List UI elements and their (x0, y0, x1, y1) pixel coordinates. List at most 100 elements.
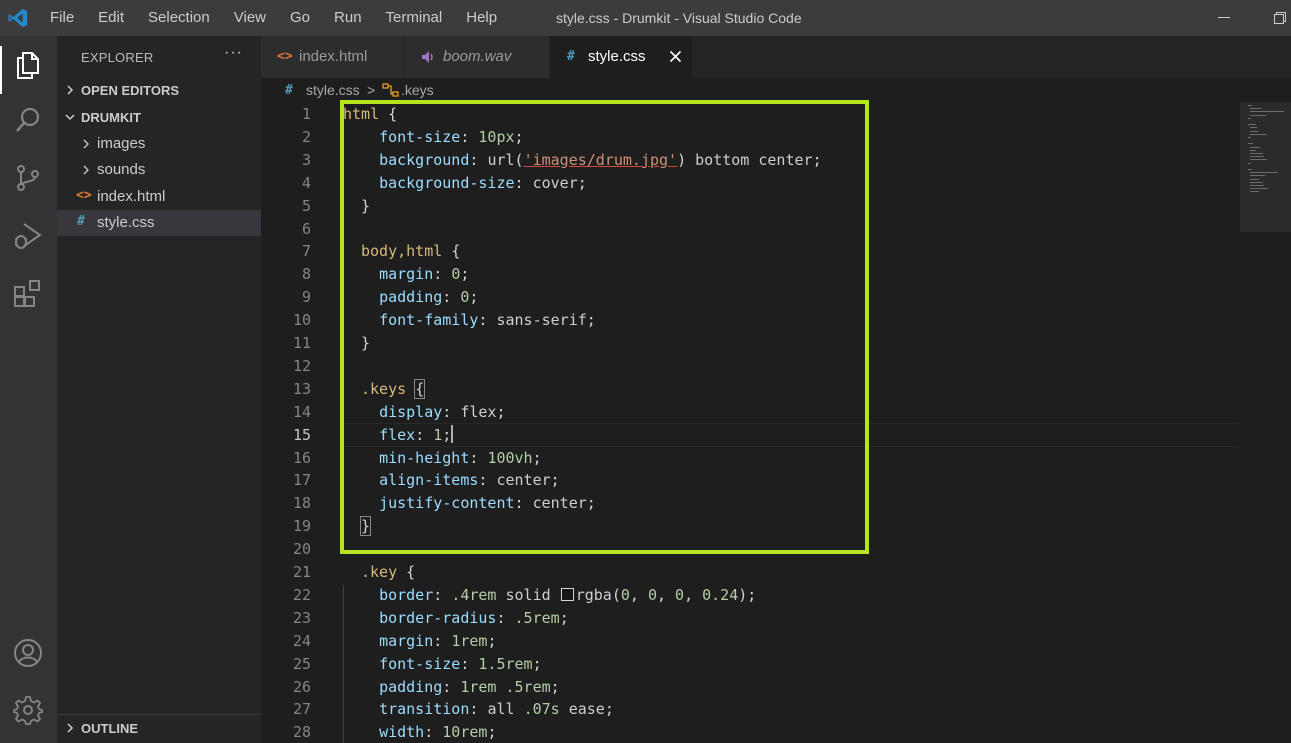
run-debug-icon[interactable] (12, 220, 44, 252)
menu-help[interactable]: Help (454, 0, 509, 36)
css-file-icon: # (567, 49, 575, 64)
menu-terminal[interactable]: Terminal (374, 0, 455, 36)
minimap-line (1250, 159, 1267, 161)
breadcrumb-symbol[interactable]: .keys (401, 82, 434, 98)
line-number: 10 (292, 311, 311, 330)
line-number: 17 (292, 471, 311, 490)
code-line[interactable]: 16 min-height: 100vh; (261, 447, 1241, 470)
code-line[interactable]: 7 body,html { (261, 240, 1241, 263)
drumkit-folder-section[interactable]: DRUMKIT (57, 106, 261, 130)
code-line[interactable]: 2 font-size: 10px; (261, 126, 1241, 149)
code-line[interactable]: 28 width: 10rem; (261, 721, 1241, 743)
tree-item-index-html[interactable]: <> index.html (57, 184, 261, 210)
menu-file[interactable]: File (38, 0, 86, 36)
code-line[interactable]: 18 justify-content: center; (261, 492, 1241, 515)
line-number: 13 (292, 379, 311, 398)
code-line[interactable]: 6 (261, 218, 1241, 241)
tab-style-css[interactable]: # style.css (550, 36, 692, 78)
menu-bar: File Edit Selection View Go Run Terminal… (38, 0, 509, 36)
account-icon[interactable] (12, 637, 44, 669)
minimap[interactable] (1240, 102, 1291, 743)
line-number: 1 (301, 105, 311, 123)
code-text: background: url('images/drum.jpg') botto… (379, 150, 822, 169)
minimap-line (1250, 178, 1260, 180)
minimap-line (1250, 191, 1260, 193)
code-line[interactable]: 9 padding: 0; (261, 286, 1241, 309)
tab-bar: <> index.html boom.wav # style.css (261, 36, 1291, 78)
code-line[interactable]: 25 font-size: 1.5rem; (261, 653, 1241, 676)
minimap-line (1250, 133, 1267, 135)
code-line[interactable]: 12 (261, 355, 1241, 378)
code-text: min-height: 100vh; (379, 448, 542, 467)
code-line[interactable]: 24 margin: 1rem; (261, 630, 1241, 653)
code-line[interactable]: 15 flex: 1; (261, 424, 1241, 447)
files-icon[interactable] (12, 48, 44, 80)
tab-index-html[interactable]: <> index.html (261, 36, 404, 78)
restore-window-icon[interactable] (1274, 12, 1286, 24)
html-file-icon: <> (76, 188, 92, 203)
chevron-right-icon (83, 139, 89, 149)
tree-item-images[interactable]: images (57, 131, 261, 157)
minimap-line (1250, 108, 1262, 110)
code-line[interactable]: 4 background-size: cover; (261, 172, 1241, 195)
tab-label: style.css (588, 48, 646, 65)
code-text: font-size: 1.5rem; (379, 654, 542, 673)
code-line[interactable]: 14 display: flex; (261, 401, 1241, 424)
code-line[interactable]: 21 .key { (261, 561, 1241, 584)
css-file-icon: # (77, 214, 85, 229)
outline-section[interactable]: OUTLINE (57, 717, 261, 741)
breadcrumb-file[interactable]: style.css (306, 82, 360, 98)
tab-boom-wav[interactable]: boom.wav (405, 36, 549, 78)
tree-item-label: sounds (97, 161, 146, 178)
code-text: display: flex; (379, 402, 506, 421)
menu-go[interactable]: Go (278, 0, 322, 36)
color-swatch[interactable] (560, 587, 574, 601)
code-editor[interactable]: 1 html {2 font-size: 10px; 3 background: u… (261, 102, 1291, 743)
more-actions-icon[interactable]: ··· (224, 44, 243, 62)
minimap-slider[interactable] (1240, 102, 1291, 232)
minimize-icon[interactable] (1218, 17, 1230, 18)
extensions-icon[interactable] (12, 278, 44, 310)
code-line[interactable]: 10 font-family: sans-serif; (261, 309, 1241, 332)
code-line[interactable]: 13 .keys { (261, 378, 1241, 401)
settings-gear-icon[interactable] (12, 694, 44, 726)
open-editors-section[interactable]: OPEN EDITORS (57, 79, 261, 103)
explorer-sidebar: EXPLORER ··· OPEN EDITORS DRUMKIT images… (57, 36, 261, 743)
tab-label: boom.wav (443, 48, 512, 65)
code-text: body,html { (361, 242, 461, 261)
source-control-icon[interactable] (12, 162, 44, 194)
menu-edit[interactable]: Edit (86, 0, 136, 36)
code-line[interactable]: 3 background: url('images/drum.jpg') bot… (261, 149, 1241, 172)
code-line[interactable]: 20 (261, 538, 1241, 561)
search-icon[interactable] (12, 104, 44, 136)
tab-label: index.html (299, 48, 368, 65)
code-text: .key { (361, 563, 416, 581)
code-line[interactable]: 23 border-radius: .5rem; (261, 607, 1241, 630)
line-number: 15 (292, 425, 311, 444)
tree-item-style-css[interactable]: # style.css (57, 210, 261, 236)
code-line[interactable]: 26 padding: 1rem .5rem; (261, 676, 1241, 699)
minimap-line (1250, 149, 1256, 151)
tree-item-sounds[interactable]: sounds (57, 157, 261, 183)
line-number: 24 (292, 631, 311, 650)
code-line[interactable]: 27 transition: all .07s ease; (261, 698, 1241, 721)
close-icon[interactable] (669, 50, 682, 63)
menu-view[interactable]: View (222, 0, 278, 36)
code-line[interactable]: 5} (261, 195, 1241, 218)
line-number: 27 (292, 700, 311, 719)
code-line[interactable]: 1 html { (261, 103, 1241, 126)
chevron-down-icon (65, 114, 75, 121)
code-line[interactable]: 11} (261, 332, 1241, 355)
code-line[interactable]: 17 align-items: center; (261, 469, 1241, 492)
line-number: 22 (292, 585, 311, 604)
minimap-line (1248, 105, 1253, 106)
minimap-line (1250, 172, 1278, 174)
code-text: } (361, 334, 371, 352)
code-line[interactable]: 19} (261, 515, 1241, 538)
code-line[interactable]: 8 margin: 0; (261, 263, 1241, 286)
minimap-line (1250, 188, 1269, 190)
code-line[interactable]: 22 border: .4rem solid rgba(0, 0, 0, 0.2… (261, 584, 1241, 607)
menu-run[interactable]: Run (322, 0, 374, 36)
menu-selection[interactable]: Selection (136, 0, 222, 36)
code-text: flex: 1; (379, 424, 454, 444)
